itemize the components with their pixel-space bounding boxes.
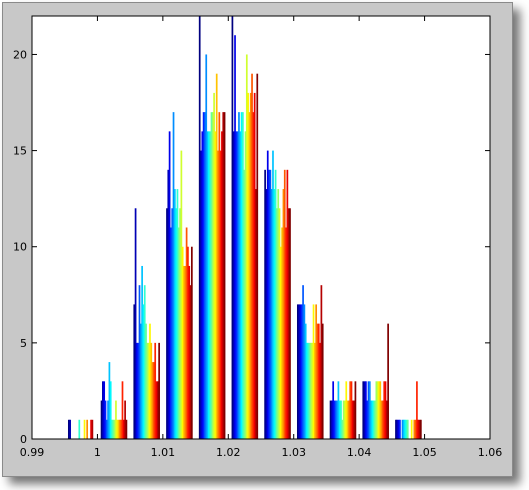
figure-window: 0.99 1 1.01 1.02 1.03 1.04 1.05 1.06 0 5 10 15 20	[2, 2, 513, 477]
y-tick-label: 0	[20, 433, 27, 446]
y-tick-label: 20	[13, 48, 27, 61]
x-tick-label: 1.04	[347, 446, 372, 459]
x-tick-label: 1.02	[216, 446, 241, 459]
histogram-bar	[387, 323, 389, 439]
histogram-bar	[256, 73, 259, 439]
y-tick-label: 10	[13, 241, 27, 254]
histogram-bar	[86, 419, 89, 439]
x-tick-label: 1.03	[281, 446, 306, 459]
histogram-bar	[91, 419, 94, 439]
histogram-bar	[158, 342, 160, 439]
histogram-bar	[223, 112, 226, 440]
histogram-chart: 0.99 1 1.01 1.02 1.03 1.04 1.05 1.06 0 5 10 15 20	[13, 15, 503, 459]
y-tick-label: 5	[20, 337, 27, 350]
histogram-bar	[354, 381, 357, 439]
histogram-bar	[410, 419, 413, 439]
histogram-bar	[78, 419, 81, 439]
x-tick-label: 1.01	[151, 446, 176, 459]
histogram-bar	[83, 419, 86, 439]
y-tick-label: 15	[13, 145, 27, 158]
plot-area	[32, 16, 490, 439]
histogram-bar	[289, 208, 291, 439]
histogram-bar	[190, 246, 193, 439]
x-tick-label: 1.06	[478, 446, 503, 459]
histogram-bar	[406, 419, 409, 439]
histogram-bar	[69, 419, 72, 439]
x-tick-label: 1.05	[412, 446, 437, 459]
x-tick-label: 0.99	[20, 446, 45, 459]
histogram-bar	[321, 323, 324, 439]
histogram-bar	[125, 419, 128, 439]
x-tick-label: 1	[94, 446, 101, 459]
histogram-bar	[399, 419, 401, 439]
histogram-bar	[419, 419, 422, 439]
